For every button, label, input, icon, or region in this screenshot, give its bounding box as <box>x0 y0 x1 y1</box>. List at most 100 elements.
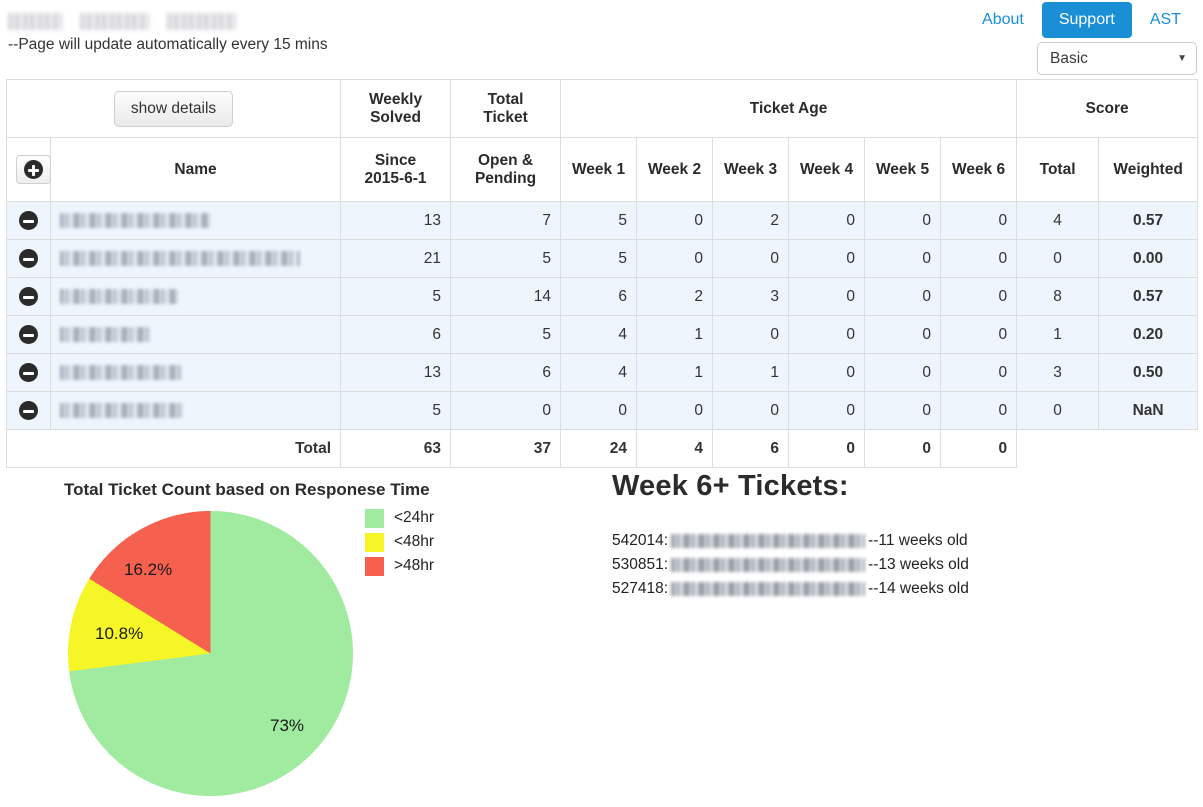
cell-week-4: 0 <box>788 201 866 240</box>
header-score: Score <box>1016 79 1199 138</box>
cell-week-5: 0 <box>864 201 942 240</box>
cell-week-5: 0 <box>864 315 942 354</box>
title-word-3 <box>166 12 237 30</box>
show-details-button[interactable]: show details <box>113 90 234 127</box>
totals-solved: 63 <box>340 429 452 468</box>
cell-week-4: 0 <box>788 239 866 278</box>
pie-chart-title: Total Ticket Count based on Responese Ti… <box>64 480 430 499</box>
cell-score-weighted: 0.50 <box>1098 353 1199 392</box>
agent-name-redacted <box>60 250 300 266</box>
cell-week-1: 0 <box>560 391 638 430</box>
header-total-ticket: Total Ticket <box>450 79 562 138</box>
header-weekly-solved: Weekly Solved <box>340 79 452 138</box>
agent-name-cell <box>49 201 342 240</box>
header-score-weighted[interactable]: Weighted <box>1098 137 1199 202</box>
table-sub-header-row: Name Since 2015-6-1 Open & Pending Week … <box>6 137 1199 202</box>
collapse-row-button[interactable] <box>6 315 51 354</box>
minus-circle-icon <box>19 325 38 344</box>
cell-week-3: 0 <box>712 391 790 430</box>
cell-week-1: 5 <box>560 201 638 240</box>
legend-swatch-under48hr <box>365 532 384 552</box>
ticket-id: 527418: <box>612 580 669 597</box>
collapse-row-button[interactable] <box>6 277 51 316</box>
week6-ticket-list: 542014: --11 weeks old 530851: --13 weeks o… <box>612 529 1172 601</box>
totals-open-pending: 37 <box>450 429 562 468</box>
ticket-requester-email-redacted <box>671 582 866 596</box>
totals-label: Total <box>295 439 332 457</box>
title-word-2 <box>79 12 149 30</box>
view-mode-select[interactable]: Basic ▼ <box>1037 42 1197 75</box>
agent-name-redacted <box>60 402 184 418</box>
expand-all-button[interactable] <box>16 155 51 184</box>
header-week-1[interactable]: Week 1 <box>560 137 638 202</box>
ticket-requester-email-redacted <box>671 534 866 548</box>
cell-weekly-solved: 6 <box>340 315 452 354</box>
cell-week-4: 0 <box>788 391 866 430</box>
legend-swatch-under24hr <box>365 508 384 528</box>
header-since[interactable]: Since 2015-6-1 <box>340 137 452 202</box>
header-ticket-age: Ticket Age <box>560 79 1018 138</box>
pie-legend: <24hr <48hr >48hr <box>365 506 434 578</box>
nav-link-about[interactable]: About <box>968 4 1038 36</box>
minus-circle-icon <box>19 287 38 306</box>
cell-week-2: 1 <box>636 353 714 392</box>
cell-week-5: 0 <box>864 391 942 430</box>
header-score-total[interactable]: Total <box>1016 137 1100 202</box>
cell-weekly-solved: 13 <box>340 201 452 240</box>
header-open-line2: Pending <box>474 169 537 187</box>
legend-swatch-over48hr <box>365 556 384 576</box>
cell-score-total: 3 <box>1016 353 1100 392</box>
collapse-row-button[interactable] <box>6 391 51 430</box>
header-open-pending[interactable]: Open & Pending <box>450 137 562 202</box>
totals-week-4: 0 <box>788 429 866 468</box>
header-week-4[interactable]: Week 4 <box>788 137 866 202</box>
cell-week-3: 2 <box>712 201 790 240</box>
agent-name-redacted <box>60 212 210 228</box>
cell-week-4: 0 <box>788 315 866 354</box>
table-row: 6 5 4 1 0 0 0 0 1 0.20 <box>6 315 1199 354</box>
table-group-header-row: show details Weekly Solved Total Ticket … <box>5 79 1199 138</box>
agent-name-cell <box>49 391 342 430</box>
show-details-cell: show details <box>5 79 342 138</box>
cell-week-4: 0 <box>788 353 866 392</box>
cell-score-total: 8 <box>1016 277 1100 316</box>
cell-week-5: 0 <box>864 277 942 316</box>
table-row: 13 6 4 1 1 0 0 0 3 0.50 <box>6 353 1199 392</box>
cell-open-pending: 14 <box>450 277 562 316</box>
collapse-row-button[interactable] <box>6 353 51 392</box>
cell-week-6: 0 <box>940 315 1018 354</box>
totals-row: Total 63 37 24 4 6 0 0 0 <box>5 429 1198 468</box>
header-week-3[interactable]: Week 3 <box>712 137 790 202</box>
cell-week-1: 5 <box>560 239 638 278</box>
nav-link-ast[interactable]: AST <box>1136 4 1195 36</box>
header-name[interactable]: Name <box>49 137 342 202</box>
ticket-id: 530851: <box>612 556 669 573</box>
legend-label-under48hr: <48hr <box>394 533 435 550</box>
collapse-row-button[interactable] <box>6 201 51 240</box>
cell-week-6: 0 <box>940 353 1018 392</box>
cell-week-5: 0 <box>864 239 942 278</box>
agent-name-cell <box>49 315 342 354</box>
cell-week-1: 6 <box>560 277 638 316</box>
week6-ticket-row: 542014: --11 weeks old <box>612 529 1172 553</box>
cell-week-1: 4 <box>560 315 638 354</box>
totals-week-1: 24 <box>560 429 638 468</box>
header-since-line2: 2015-6-1 <box>364 169 427 187</box>
cell-score-weighted: 0.20 <box>1098 315 1199 354</box>
chevron-down-icon: ▼ <box>1177 52 1187 64</box>
cell-weekly-solved: 5 <box>340 391 452 430</box>
header-week-6[interactable]: Week 6 <box>940 137 1018 202</box>
table-row: 13 7 5 0 2 0 0 0 4 0.57 <box>6 201 1199 240</box>
agent-name-cell <box>49 239 342 278</box>
agents-table: show details Weekly Solved Total Ticket … <box>5 79 1199 468</box>
cell-score-total: 0 <box>1016 239 1100 278</box>
app-title-redacted <box>8 10 237 32</box>
cell-week-2: 2 <box>636 277 714 316</box>
collapse-row-button[interactable] <box>6 239 51 278</box>
cell-score-weighted: NaN <box>1098 391 1199 430</box>
header-week-5[interactable]: Week 5 <box>864 137 942 202</box>
cell-week-2: 1 <box>636 315 714 354</box>
nav-button-support[interactable]: Support <box>1041 2 1132 38</box>
header-week-2[interactable]: Week 2 <box>636 137 714 202</box>
cell-score-total: 4 <box>1016 201 1100 240</box>
